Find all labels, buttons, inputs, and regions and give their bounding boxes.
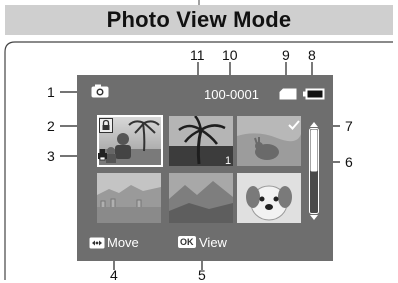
file-number: 100-0001 (204, 87, 259, 102)
callout-5: 5 (198, 267, 206, 283)
photo-mode-icon (91, 84, 109, 98)
thumbnail-6[interactable] (237, 173, 301, 223)
dpof-print-icon (96, 148, 109, 161)
ok-key-icon: OK (178, 236, 196, 248)
lcd-screen: 100-0001 1 Move OK View (77, 75, 333, 261)
view-hint: View (199, 235, 227, 250)
callout-4: 4 (110, 267, 118, 283)
callout-8: 8 (308, 47, 316, 63)
thumbnail-4[interactable] (97, 173, 161, 223)
callout-6: 6 (345, 154, 353, 170)
move-hint: Move (107, 235, 139, 250)
callout-2: 2 (47, 118, 55, 134)
callout-7: 7 (345, 118, 353, 134)
battery-icon (303, 87, 325, 100)
page-title: Photo View Mode (106, 7, 292, 32)
ok-key-label: OK (180, 237, 194, 247)
memory-card-icon (279, 87, 297, 100)
title-bar: Photo View Mode (5, 5, 393, 35)
joystick-icon (89, 236, 105, 249)
callout-9: 9 (282, 47, 290, 63)
callout-1: 1 (47, 84, 55, 100)
protect-lock-icon (99, 118, 113, 133)
callout-10: 10 (222, 47, 238, 63)
thumbnail-2[interactable] (169, 116, 233, 166)
counter-badge: 1 (225, 155, 232, 167)
callout-11: 11 (190, 47, 205, 63)
callout-3: 3 (47, 148, 55, 164)
thumbnail-5[interactable] (169, 173, 233, 223)
scroll-bar[interactable] (309, 122, 319, 220)
delete-check-icon (288, 117, 300, 130)
